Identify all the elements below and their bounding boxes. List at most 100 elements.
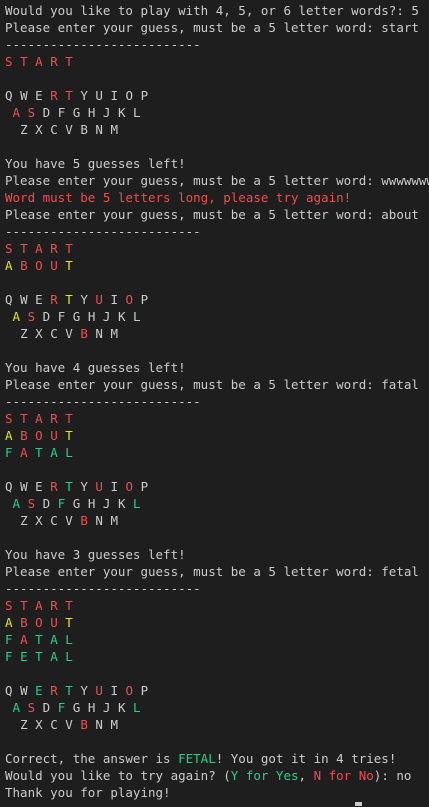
output-line: You have 5 guesses left! (5, 155, 429, 172)
letter: K (117, 309, 126, 324)
letter: T (20, 411, 28, 426)
letter: T (35, 445, 43, 460)
letter: U (50, 258, 58, 273)
letter: M (110, 326, 118, 341)
letter: A (35, 411, 43, 426)
text-segment (13, 683, 21, 698)
guess-row: S T A R T (5, 410, 429, 427)
letter: T (65, 479, 73, 494)
text-segment (13, 428, 21, 443)
text-segment: Thank you for playing! (5, 785, 171, 800)
text-segment: -------------------------- (5, 224, 201, 239)
text-segment (20, 309, 28, 324)
letter: R (50, 411, 58, 426)
output-line: Please enter your guess, must be a 5 let… (5, 376, 429, 393)
letter: A (20, 632, 28, 647)
letter: A (12, 700, 21, 715)
letter: E (35, 88, 43, 103)
letter: O (125, 88, 134, 103)
text-segment (5, 717, 20, 732)
text-segment (28, 598, 36, 613)
text-segment: Correct, the answer is (5, 751, 179, 766)
output-line: -------------------------- (5, 580, 429, 597)
guess-row: F A T A L (5, 631, 429, 648)
text-segment (28, 326, 36, 341)
text-segment (35, 496, 43, 511)
text-segment: -------------------------- (5, 37, 201, 52)
letter: Z (20, 122, 28, 137)
text-segment (65, 700, 73, 715)
text-segment: Please enter your guess, must be a 5 let… (5, 173, 429, 188)
letter: E (20, 649, 28, 664)
text-segment (5, 496, 13, 511)
letter: T (65, 598, 73, 613)
output-line: Correct, the answer is FETAL! You got it… (5, 750, 429, 767)
letter: A (20, 445, 28, 460)
text-segment (118, 88, 126, 103)
letter: Z (20, 326, 28, 341)
letter: M (110, 122, 118, 137)
keyboard-row: Z X C V B N M (5, 716, 429, 733)
letter: O (35, 615, 43, 630)
text-segment (80, 700, 88, 715)
text-segment (20, 105, 28, 120)
text-segment (110, 496, 118, 511)
letter: Y (80, 683, 88, 698)
letter: T (65, 428, 73, 443)
letter: T (65, 88, 73, 103)
letter: Y (80, 479, 88, 494)
output-line: -------------------------- (5, 36, 429, 53)
output-line: Please enter your guess, must be a 5 let… (5, 563, 429, 580)
text-segment (28, 292, 36, 307)
letter: B (20, 615, 28, 630)
letter: A (35, 54, 43, 69)
letter: E (35, 479, 43, 494)
letter: N (95, 326, 103, 341)
keyboard-row: A S D F G H J K L (5, 104, 429, 121)
letter: R (50, 683, 58, 698)
letter: U (95, 683, 103, 698)
letter: E (35, 683, 43, 698)
output-line: Would you like to try again? (Y for Yes,… (5, 767, 429, 784)
text-segment: ): no (373, 768, 412, 783)
letter: A (5, 258, 13, 273)
terminal-output: Would you like to play with 4, 5, or 6 l… (5, 2, 429, 801)
letter: I (110, 683, 118, 698)
keyboard-row: Q W E R T Y U I O P (5, 291, 429, 308)
text-segment: Please enter your guess, must be a 5 let… (5, 20, 419, 35)
text-segment (50, 700, 58, 715)
text-segment (20, 496, 28, 511)
text-segment (13, 411, 21, 426)
text-segment (118, 292, 126, 307)
letter: R (50, 479, 58, 494)
letter: I (110, 292, 118, 307)
letter: B (80, 513, 88, 528)
text-segment (80, 496, 88, 511)
letter: B (20, 428, 28, 443)
letter: W (20, 683, 28, 698)
text-segment: You have 5 guesses left! (5, 156, 186, 171)
letter: L (133, 105, 141, 120)
text-segment (28, 411, 36, 426)
text-segment (28, 717, 36, 732)
letter: O (125, 683, 134, 698)
letter: R (50, 598, 58, 613)
text-segment (126, 105, 134, 120)
letter: U (95, 88, 103, 103)
text-segment (35, 700, 43, 715)
text-segment (13, 241, 21, 256)
letter: T (65, 54, 73, 69)
letter: Q (5, 292, 13, 307)
guess-row: A B O U T (5, 614, 429, 631)
text-segment (13, 445, 21, 460)
text-segment (95, 309, 103, 324)
error-message: Word must be 5 letters long, please try … (5, 189, 429, 206)
keyboard-row: A S D F G H J K L (5, 308, 429, 325)
text-segment (5, 105, 13, 120)
output-line: You have 3 guesses left! (5, 546, 429, 563)
letter: O (125, 479, 134, 494)
text-segment (20, 700, 28, 715)
letter: U (50, 428, 58, 443)
